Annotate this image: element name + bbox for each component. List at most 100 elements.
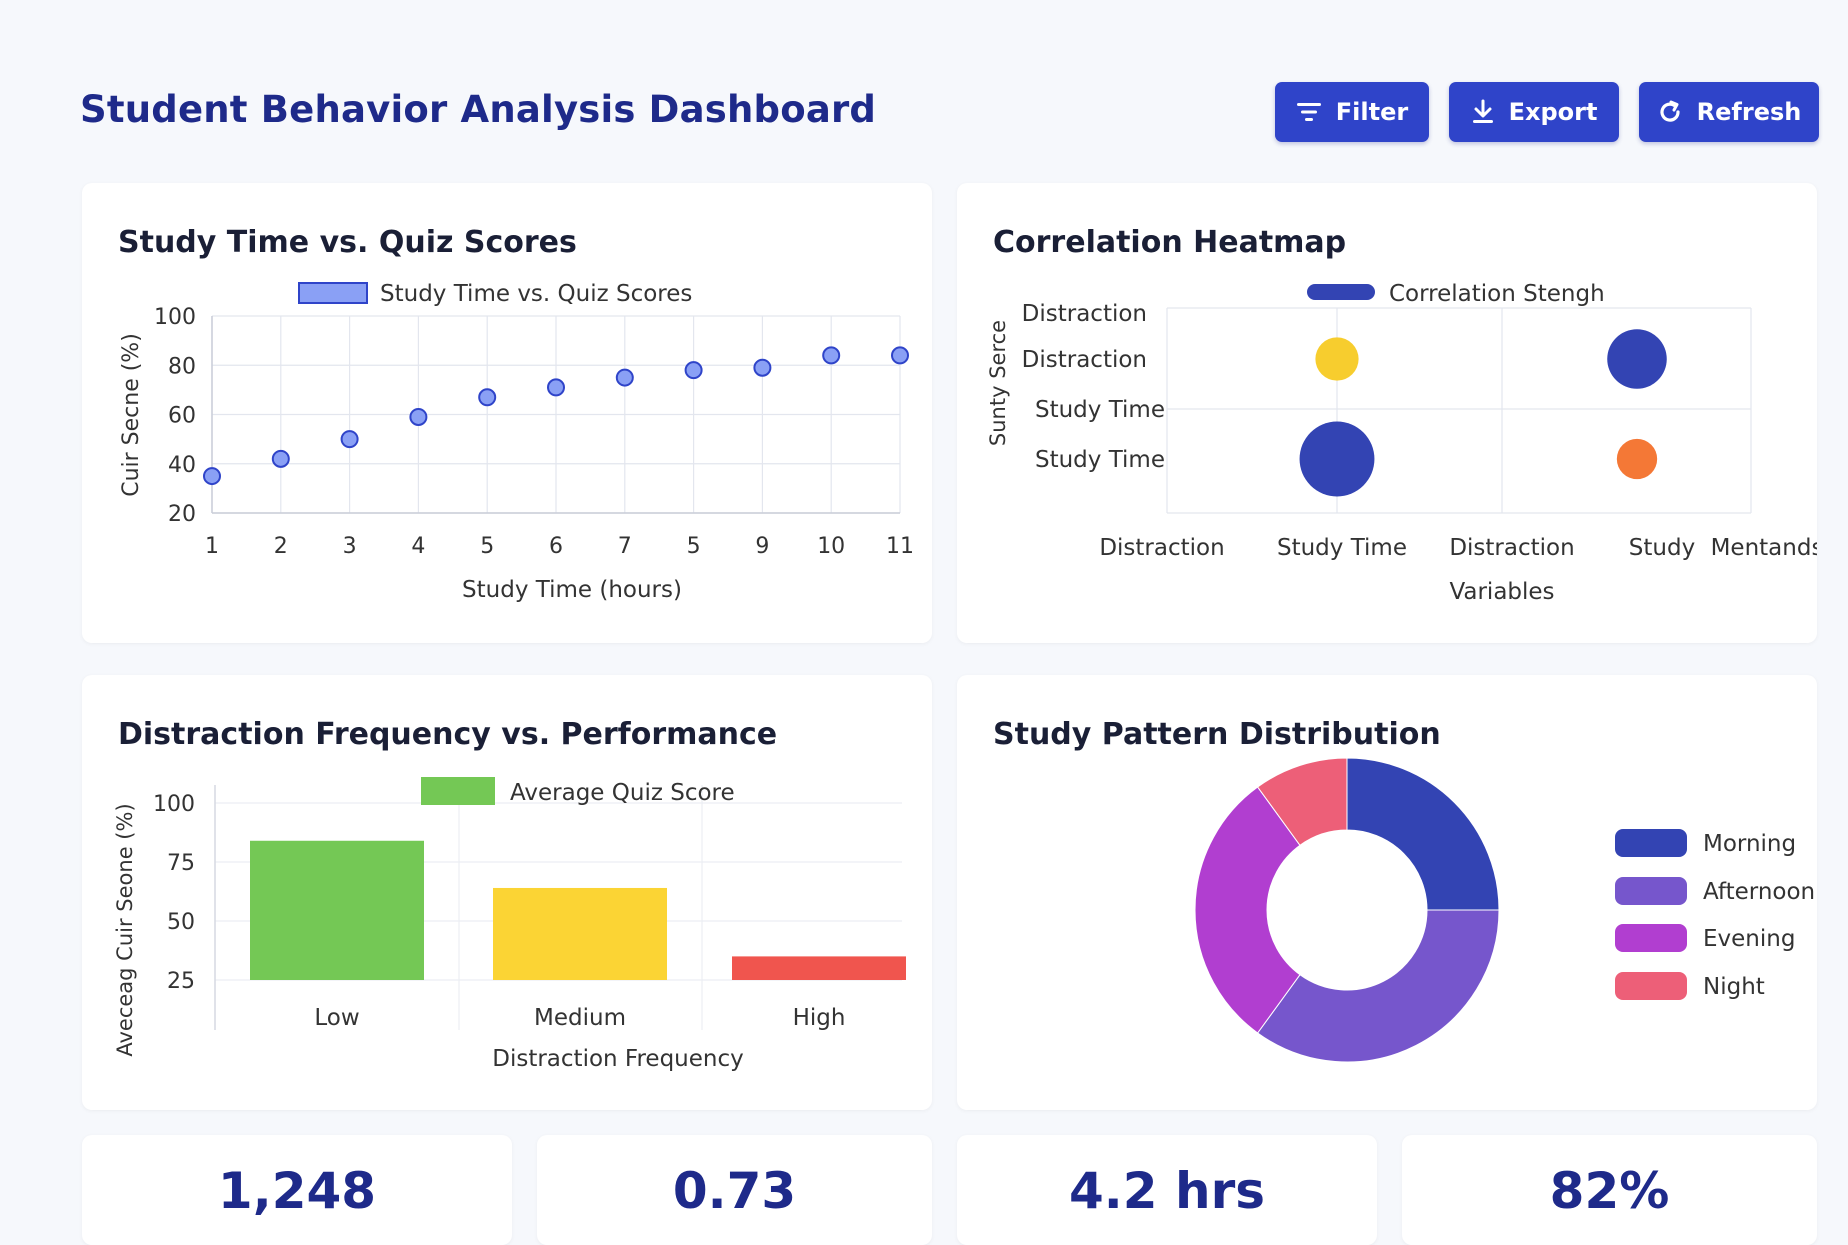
bar-x-axis-label: Distraction Frequency [492, 1046, 743, 1072]
stat-card-total: 1,248 [82, 1135, 512, 1245]
bar-legend-label: Average Quiz Score [510, 780, 735, 806]
scatter-point [203, 467, 221, 486]
stat-value: 82% [1549, 1162, 1670, 1220]
scatter-x-tick-label: 1 [205, 534, 219, 559]
heatmap-bubble [1315, 337, 1359, 381]
scatter-y-tick-label: 60 [168, 404, 196, 429]
bar-y-tick-label: 75 [167, 851, 195, 876]
study-pattern-donut-card: Study Pattern Distribution Morning Aftern… [957, 675, 1817, 1110]
scatter-x-tick-label: 3 [343, 534, 357, 559]
donut-legend-label: Night [1703, 974, 1765, 1000]
toolbar: Filter Export Refresh [1275, 82, 1819, 142]
scatter-x-tick-label: 5 [480, 534, 494, 559]
scatter-point [409, 407, 428, 426]
heatmap-x-label: Distraction [1099, 535, 1224, 561]
donut-chart: Morning Afternoon Evening Night [1194, 757, 1815, 1063]
bar-category-label: High [793, 1005, 846, 1031]
filter-icon [1296, 101, 1322, 123]
bar-y-tick-label: 25 [167, 969, 195, 994]
donut-legend-swatch [1615, 829, 1687, 857]
heatmap-y-axis-label: Sunty Serce [986, 320, 1010, 446]
stat-value: 0.73 [672, 1162, 797, 1220]
scatter-y-tick-label: 100 [154, 305, 196, 330]
bar-chart: 25 50 75 100 Low Medium High Average Quiz Score… [113, 777, 906, 1072]
stat-card-study-hours: 4.2 hrs [957, 1135, 1377, 1245]
dashboard-header: Student Behavior Analysis Dashboard Filt… [0, 0, 1848, 170]
scatter-x-tick-label: 7 [618, 534, 632, 559]
scatter-legend-label: Study Time vs. Quiz Scores [380, 281, 692, 307]
bar-legend-swatch [421, 777, 495, 805]
scatter-point [615, 368, 634, 387]
scatter-x-axis-label: Study Time (hours) [462, 577, 682, 603]
heatmap-y-label: Study Time [1035, 447, 1165, 473]
download-icon [1471, 99, 1495, 125]
stat-value: 4.2 hrs [1069, 1162, 1265, 1220]
scatter-point [753, 358, 772, 377]
scatter-point [478, 388, 497, 407]
scatter-x-tick-label: 6 [549, 534, 563, 559]
donut-slice [1346, 757, 1500, 911]
bar-y-tick-label: 50 [167, 910, 195, 935]
scatter-point [822, 346, 841, 365]
stat-card-percentage: 82% [1402, 1135, 1817, 1245]
scatter-chart: 20 40 60 80 100 1 2 3 4 5 6 7 5 9 10 11 Study Time vs. Q… [119, 281, 914, 603]
scatter-x-tick-label: 10 [817, 534, 845, 559]
export-button[interactable]: Export [1449, 82, 1619, 142]
scatter-y-tick-label: 80 [168, 354, 196, 379]
donut-legend-swatch [1615, 924, 1687, 952]
refresh-button[interactable]: Refresh [1639, 82, 1819, 142]
stat-value: 1,248 [217, 1162, 377, 1220]
scatter-x-tick-label: 2 [274, 534, 288, 559]
bar [732, 956, 906, 980]
scatter-x-tick-label: 9 [755, 534, 769, 559]
donut-slice [1256, 909, 1500, 1063]
bar [493, 887, 667, 980]
scatter-point [271, 449, 290, 468]
scatter-point [340, 430, 359, 449]
heatmap-x-label: Distraction [1449, 535, 1574, 561]
bar-y-tick-label: 100 [153, 792, 195, 817]
refresh-button-label: Refresh [1696, 98, 1802, 126]
bar [250, 840, 424, 980]
donut-legend-label: Afternoon [1703, 879, 1815, 905]
stat-card-correlation: 0.73 [537, 1135, 932, 1245]
scatter-point [891, 346, 909, 365]
page-title: Student Behavior Analysis Dashboard [80, 88, 877, 131]
refresh-icon [1657, 99, 1683, 125]
heatmap-x-label: Mentands [1711, 535, 1817, 561]
scatter-point [547, 378, 565, 397]
scatter-x-tick-label: 4 [411, 534, 425, 559]
heatmap-x-label: Study [1629, 535, 1695, 561]
heatmap-bubble [1607, 329, 1667, 389]
heatmap-y-label: Distraction [1022, 301, 1147, 327]
bar-category-label: Medium [534, 1005, 626, 1031]
export-button-label: Export [1508, 98, 1598, 126]
bar-category-label: Low [314, 1005, 359, 1031]
heatmap-chart: Distraction Distraction Study Time Study Ti… [986, 281, 1817, 605]
heatmap-legend-swatch [1307, 284, 1375, 300]
filter-button[interactable]: Filter [1275, 82, 1429, 142]
heatmap-bubble [1616, 438, 1658, 480]
heatmap-x-label: Study Time [1277, 535, 1407, 561]
heatmap-x-axis-label: Variables [1449, 579, 1554, 605]
donut-legend-label: Morning [1703, 831, 1796, 857]
heatmap-bubble [1299, 421, 1375, 497]
scatter-x-tick-label: 5 [687, 534, 701, 559]
scatter-x-tick-label: 11 [886, 534, 914, 559]
distraction-bar-card: Distraction Frequency vs. Performance 25… [82, 675, 932, 1110]
donut-legend-swatch [1615, 972, 1687, 1000]
scatter-point [684, 361, 703, 380]
heatmap-y-label: Distraction [1022, 347, 1147, 373]
donut-legend-label: Evening [1703, 926, 1795, 952]
scatter-legend-swatch [298, 282, 368, 304]
heatmap-y-label: Study Time [1035, 397, 1165, 423]
scatter-y-axis-label: Cuir Secne (%) [119, 333, 144, 497]
donut-legend-swatch [1615, 877, 1687, 905]
scatter-y-tick-label: 20 [168, 502, 196, 527]
study-time-scatter-card: Study Time vs. Quiz Scores 20 40 60 80 100 1 2… [82, 183, 932, 643]
scatter-y-tick-label: 40 [168, 453, 196, 478]
heatmap-legend-label: Correlation Stengh [1389, 281, 1605, 307]
bar-y-axis-label: Aveceag Cuir Seone (%) [113, 803, 137, 1056]
correlation-heatmap-card: Correlation Heatmap Distraction Distracti… [957, 183, 1817, 643]
filter-button-label: Filter [1335, 98, 1409, 126]
